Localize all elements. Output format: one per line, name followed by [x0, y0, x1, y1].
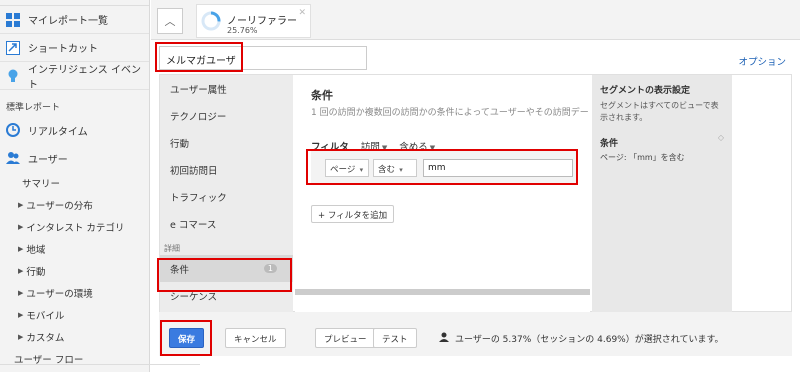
nav-shortcuts[interactable]: ショートカット	[0, 34, 149, 62]
nav-sub-label: モバイル	[26, 311, 65, 322]
nav-standard-header: 標準レポート	[6, 103, 61, 113]
summary-condition-value: ページ: 「mm」を含む	[600, 153, 685, 162]
condition-row: ページ ▾ 含む ▾ mm	[311, 151, 577, 185]
caret-down-icon: ▾	[357, 166, 364, 174]
triangle-right-icon: ▶	[18, 245, 24, 253]
segment-summary: セグメントの表示設定 セグメントはすべてのビューで表示されます。 条件 ページ:…	[592, 75, 732, 312]
segment-name-input[interactable]: メルマガユーザ	[159, 46, 367, 70]
collapse-button[interactable]: ︿	[157, 8, 183, 34]
category-item-sequence[interactable]: シーケンス	[160, 282, 293, 309]
diamond-icon: ◇	[717, 133, 724, 142]
triangle-right-icon: ▶	[18, 201, 24, 209]
chevron-up-icon: ︿	[164, 15, 176, 28]
category-item[interactable]: テクノロジー	[160, 102, 293, 129]
shortcut-icon	[6, 40, 20, 55]
nav-sub-item[interactable]: ▶ 地域	[0, 238, 149, 260]
triangle-right-icon: ▶	[18, 311, 24, 319]
nav-sub-label: ユーザーの環境	[26, 289, 93, 300]
advanced-header: 詳細	[164, 244, 180, 253]
nav-sub-label: 行動	[26, 267, 46, 278]
users-selected-note: ユーザーの 5.37%（セッションの 4.69%）が選択されています。	[439, 332, 724, 345]
nav-sub-item[interactable]: ▶ モバイル	[0, 304, 149, 326]
save-button[interactable]: 保存	[169, 328, 205, 348]
category-label: 条件	[170, 264, 190, 276]
nav-realtime-label: リアルタイム	[28, 126, 88, 138]
nav-users[interactable]: ユーザー	[0, 144, 149, 172]
nav-intelligence[interactable]: インテリジェンス イベント	[0, 62, 149, 91]
segment-bar: ︿ ノーリファラー 25.76% ✕	[151, 0, 800, 40]
nav-users-label: ユーザー	[28, 154, 68, 166]
category-item[interactable]: トラフィック	[160, 183, 293, 210]
person-icon	[439, 332, 449, 345]
preview-button[interactable]: プレビュー	[315, 328, 376, 348]
segment-chip-name: ノーリファラー	[227, 16, 297, 27]
nav-shortcuts-label: ショートカット	[28, 44, 98, 55]
clock-icon	[6, 123, 20, 137]
left-nav: マイレポート一覧 ショートカット インテリジェンス イベント 標準レポート リア…	[0, 0, 150, 372]
category-item[interactable]: 行動	[160, 129, 293, 156]
segment-chip-percent: 25.76%	[227, 26, 258, 35]
summary-description: セグメントはすべてのビューで表示されます。	[600, 101, 719, 122]
lightbulb-icon	[6, 69, 20, 83]
category-item[interactable]: ユーザー属性	[160, 75, 293, 102]
action-bar: 保存 キャンセル プレビュー テスト ユーザーの 5.37%（セッションの 4.…	[159, 312, 792, 356]
triangle-right-icon: ▶	[18, 267, 24, 275]
summary-condition-title: 条件	[600, 139, 619, 149]
nav-sub-item[interactable]: ▶ 行動	[0, 260, 149, 282]
conditions-panel: 条件 1 回の訪問か複数回の訪問かの条件によってユーザーやその訪問デー フィルタ…	[295, 75, 590, 312]
category-item[interactable]: e コマース	[160, 210, 293, 237]
nav-sub-label: ユーザーの分布	[26, 201, 93, 212]
category-item[interactable]: 初回訪問日	[160, 156, 293, 183]
horizontal-scrollbar[interactable]	[295, 289, 590, 295]
caret-down-icon: ▾	[397, 166, 403, 174]
triangle-right-icon: ▶	[18, 289, 24, 297]
segment-editor: ︿ ノーリファラー 25.76% ✕ メルマガユーザ オプション ユーザー属性 …	[151, 0, 800, 372]
nav-sub-label: インタレスト カテゴリ	[26, 223, 125, 234]
nav-sub-item[interactable]: ▶ カスタム	[0, 326, 149, 348]
dimension-select[interactable]: ページ ▾	[325, 159, 369, 177]
summary-title: セグメントの表示設定	[600, 86, 691, 96]
panel-title: 条件	[311, 89, 333, 102]
segment-builder: ユーザー属性 テクノロジー 行動 初回訪問日 トラフィック e コマース 詳細 …	[159, 74, 792, 312]
test-button[interactable]: テスト	[373, 328, 417, 348]
nav-my-reports-label: マイレポート一覧	[28, 16, 108, 27]
nav-sub-item[interactable]: ▶ インタレスト カテゴリ	[0, 216, 149, 238]
options-link[interactable]: オプション	[738, 54, 786, 68]
triangle-right-icon: ▶	[18, 333, 24, 341]
close-icon[interactable]: ✕	[298, 8, 306, 18]
grid-icon	[6, 12, 20, 27]
users-icon	[6, 151, 20, 165]
operator-select[interactable]: 含む ▾	[373, 159, 417, 177]
nav-summary[interactable]: サマリー	[0, 172, 149, 194]
category-list: ユーザー属性 テクノロジー 行動 初回訪問日 トラフィック e コマース 詳細 …	[160, 75, 293, 312]
segment-chip[interactable]: ノーリファラー 25.76% ✕	[196, 4, 311, 38]
users-note-text: ユーザーの 5.37%（セッションの 4.69%）が選択されています。	[455, 335, 724, 345]
nav-intelligence-label: インテリジェンス イベント	[28, 64, 141, 91]
panel-description: 1 回の訪問か複数回の訪問かの条件によってユーザーやその訪問デー	[311, 108, 589, 118]
count-badge: 1	[263, 264, 277, 273]
nav-user-flow[interactable]: ユーザー フロー	[0, 348, 149, 370]
cancel-button[interactable]: キャンセル	[225, 328, 286, 348]
category-item-conditions[interactable]: 条件 1	[160, 255, 293, 282]
bottom-divider	[0, 364, 200, 365]
nav-sub-label: カスタム	[26, 333, 65, 344]
nav-sub-label: 地域	[26, 245, 46, 256]
nav-my-reports[interactable]: マイレポート一覧	[0, 6, 149, 34]
add-filter-button[interactable]: + フィルタを追加	[311, 205, 395, 223]
nav-realtime[interactable]: リアルタイム	[0, 116, 149, 144]
nav-sub-item[interactable]: ▶ ユーザーの環境	[0, 282, 149, 304]
triangle-right-icon: ▶	[18, 223, 24, 231]
nav-sub-item[interactable]: ▶ ユーザーの分布	[0, 194, 149, 216]
condition-value-input[interactable]: mm	[423, 159, 573, 177]
donut-icon	[201, 11, 221, 31]
